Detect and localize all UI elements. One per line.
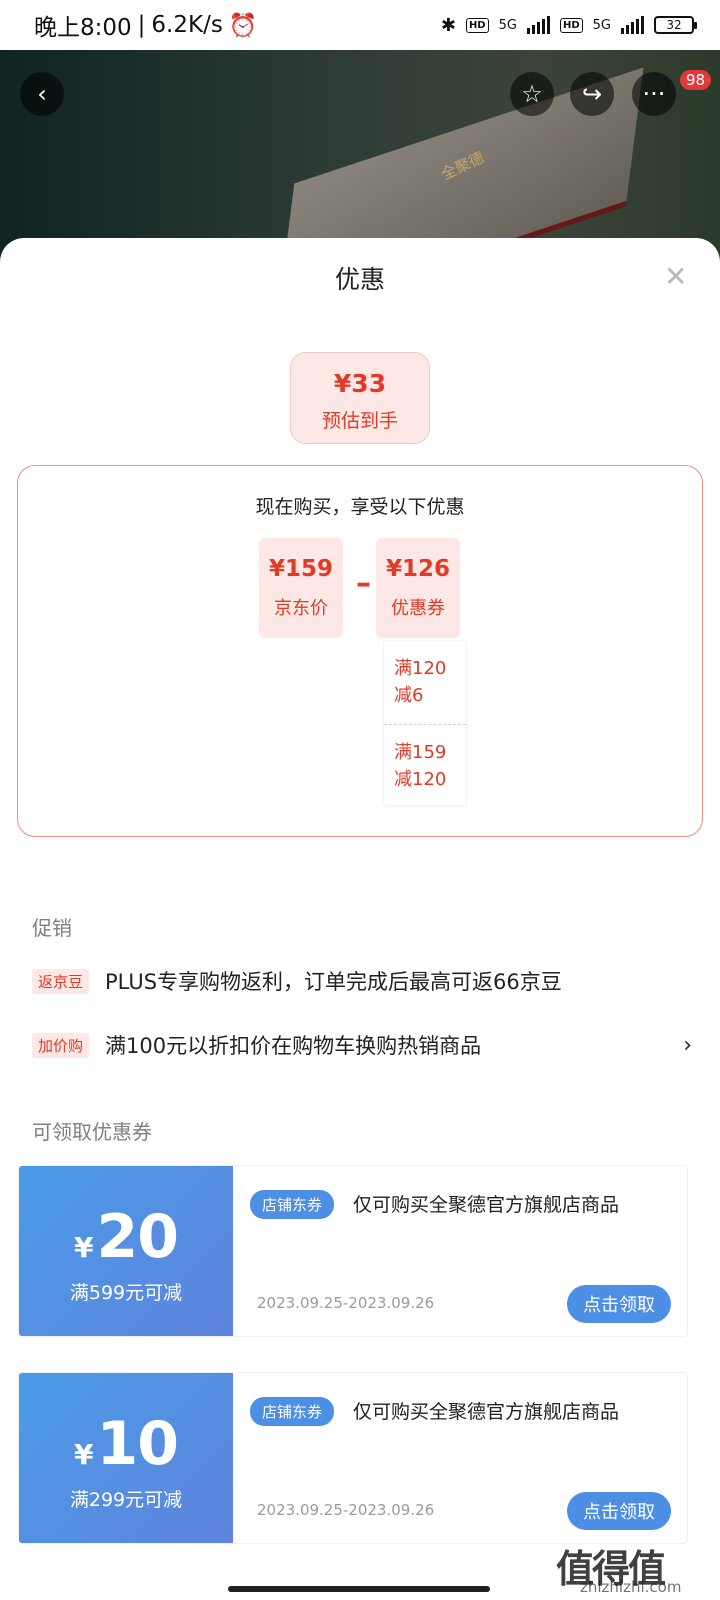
coupon-amount-value: 10: [96, 1409, 178, 1479]
coupon-validity: 2023.09.25-2023.09.26: [257, 1294, 435, 1312]
favorite-button[interactable]: ☆: [510, 72, 554, 116]
network-type-2: 5G: [592, 17, 611, 33]
promo-item-addon[interactable]: 加价购 满100元以折扣价在购物车换购热销商品 ›: [32, 1030, 692, 1060]
coupon-tag: 店铺东券: [250, 1397, 335, 1426]
estimated-price-card: ¥33 预估到手: [290, 352, 430, 444]
promo-tag: 加价购: [32, 1032, 90, 1058]
coupon-detail-list: 满120 减6 满159 减120: [383, 640, 467, 806]
signal-icon: [526, 16, 550, 34]
status-time: 晚上8:00: [34, 15, 132, 41]
back-arrow-icon: ‹: [37, 80, 47, 108]
coupon-detail-threshold: 满120: [394, 658, 447, 679]
coupon-description: 仅可购买全聚德官方旗舰店商品: [353, 1401, 620, 1423]
star-icon: ☆: [521, 80, 543, 108]
claim-coupon-button[interactable]: 点击领取: [567, 1285, 671, 1323]
jd-price: ¥159: [268, 556, 333, 582]
coupon-discount: ¥126: [385, 556, 450, 582]
product-image: 全聚德 ‹ ☆ ↪ ··· 98: [0, 50, 720, 260]
currency-symbol: ¥: [74, 1438, 94, 1471]
hd-icon: HD: [465, 17, 489, 33]
home-indicator[interactable]: [228, 1586, 490, 1592]
coupon-amount: ¥10: [19, 1409, 233, 1479]
promo-section-title: 促销: [32, 916, 72, 940]
coupon-amount-panel: ¥20 满599元可减: [19, 1166, 233, 1336]
notification-badge: 98: [680, 70, 712, 90]
share-button[interactable]: ↪: [570, 72, 614, 116]
discount-breakdown-panel: 现在购买，享受以下优惠 ¥159 京东价 – ¥126 优惠券 满120 减6 …: [17, 465, 703, 837]
sheet-title: 优惠: [334, 265, 385, 294]
coupon-amount-panel: ¥10 满299元可减: [19, 1373, 233, 1543]
coupon-amount: ¥20: [19, 1202, 233, 1272]
promo-text: PLUS专享购物返利，订单完成后最高可返66京豆: [105, 970, 562, 994]
coupon-discount-label: 优惠券: [391, 598, 445, 619]
promo-tag: 返京豆: [32, 968, 90, 994]
coupon-card: ¥20 满599元可减 店铺东券 仅可购买全聚德官方旗舰店商品 2023.09.…: [18, 1165, 688, 1337]
signal-icon-2: [621, 16, 644, 34]
bluetooth-icon: ✱: [440, 14, 456, 36]
watermark-url: zhizhizhi.com: [580, 1578, 682, 1596]
more-icon: ···: [642, 80, 666, 108]
estimated-price-label: 预估到手: [321, 410, 398, 432]
chevron-right-icon: ›: [683, 1032, 692, 1058]
minus-sign: –: [356, 566, 371, 601]
discount-sheet: 优惠 ✕ ¥33 预估到手 现在购买，享受以下优惠 ¥159 京东价 – ¥12…: [0, 238, 720, 1600]
status-bar: 晚上8:00 | 6.2K/s ⏰ ✱ HD 5G HD 5G 32: [0, 0, 720, 50]
coupon-description: 仅可购买全聚德官方旗舰店商品: [353, 1194, 620, 1216]
panel-title: 现在购买，享受以下优惠: [255, 496, 465, 518]
currency-symbol: ¥: [74, 1231, 94, 1264]
jd-price-card: ¥159 京东价: [259, 538, 343, 638]
coupon-tag: 店铺东券: [250, 1190, 335, 1219]
coupon-detail-amount: 减6: [394, 685, 424, 706]
coupon-discount-card: ¥126 优惠券: [376, 538, 460, 638]
promo-text: 满100元以折扣价在购物车换购热销商品: [105, 1034, 482, 1058]
coupon-section-title: 可领取优惠券: [32, 1120, 152, 1144]
share-icon: ↪: [581, 80, 603, 108]
more-button[interactable]: ···: [632, 72, 676, 116]
hd-icon-2: HD: [559, 17, 583, 33]
claim-coupon-button[interactable]: 点击领取: [567, 1492, 671, 1530]
close-icon[interactable]: ✕: [664, 260, 687, 293]
coupon-detail-amount: 减120: [394, 769, 447, 790]
estimated-price: ¥33: [333, 369, 387, 398]
network-type: 5G: [498, 17, 517, 33]
coupon-card: ¥10 满299元可减 店铺东券 仅可购买全聚德官方旗舰店商品 2023.09.…: [18, 1372, 688, 1544]
coupon-amount-value: 20: [96, 1202, 178, 1272]
status-separator: |: [137, 12, 146, 38]
coupon-detail-threshold: 满159: [394, 742, 447, 763]
coupon-detail-item: 满159 减120: [384, 724, 466, 807]
promo-item-rebate: 返京豆 PLUS专享购物返利，订单完成后最高可返66京豆: [32, 966, 692, 996]
back-button[interactable]: ‹: [20, 72, 64, 116]
coupon-condition: 满299元可减: [69, 1489, 183, 1511]
coupon-detail-item: 满120 减6: [384, 641, 466, 724]
battery-icon: 32: [654, 16, 697, 34]
network-speed: 6.2K/s: [151, 12, 223, 38]
jd-price-label: 京东价: [274, 598, 328, 619]
alarm-icon: ⏰: [228, 12, 258, 39]
coupon-condition: 满599元可减: [69, 1282, 183, 1304]
coupon-validity: 2023.09.25-2023.09.26: [257, 1501, 435, 1519]
